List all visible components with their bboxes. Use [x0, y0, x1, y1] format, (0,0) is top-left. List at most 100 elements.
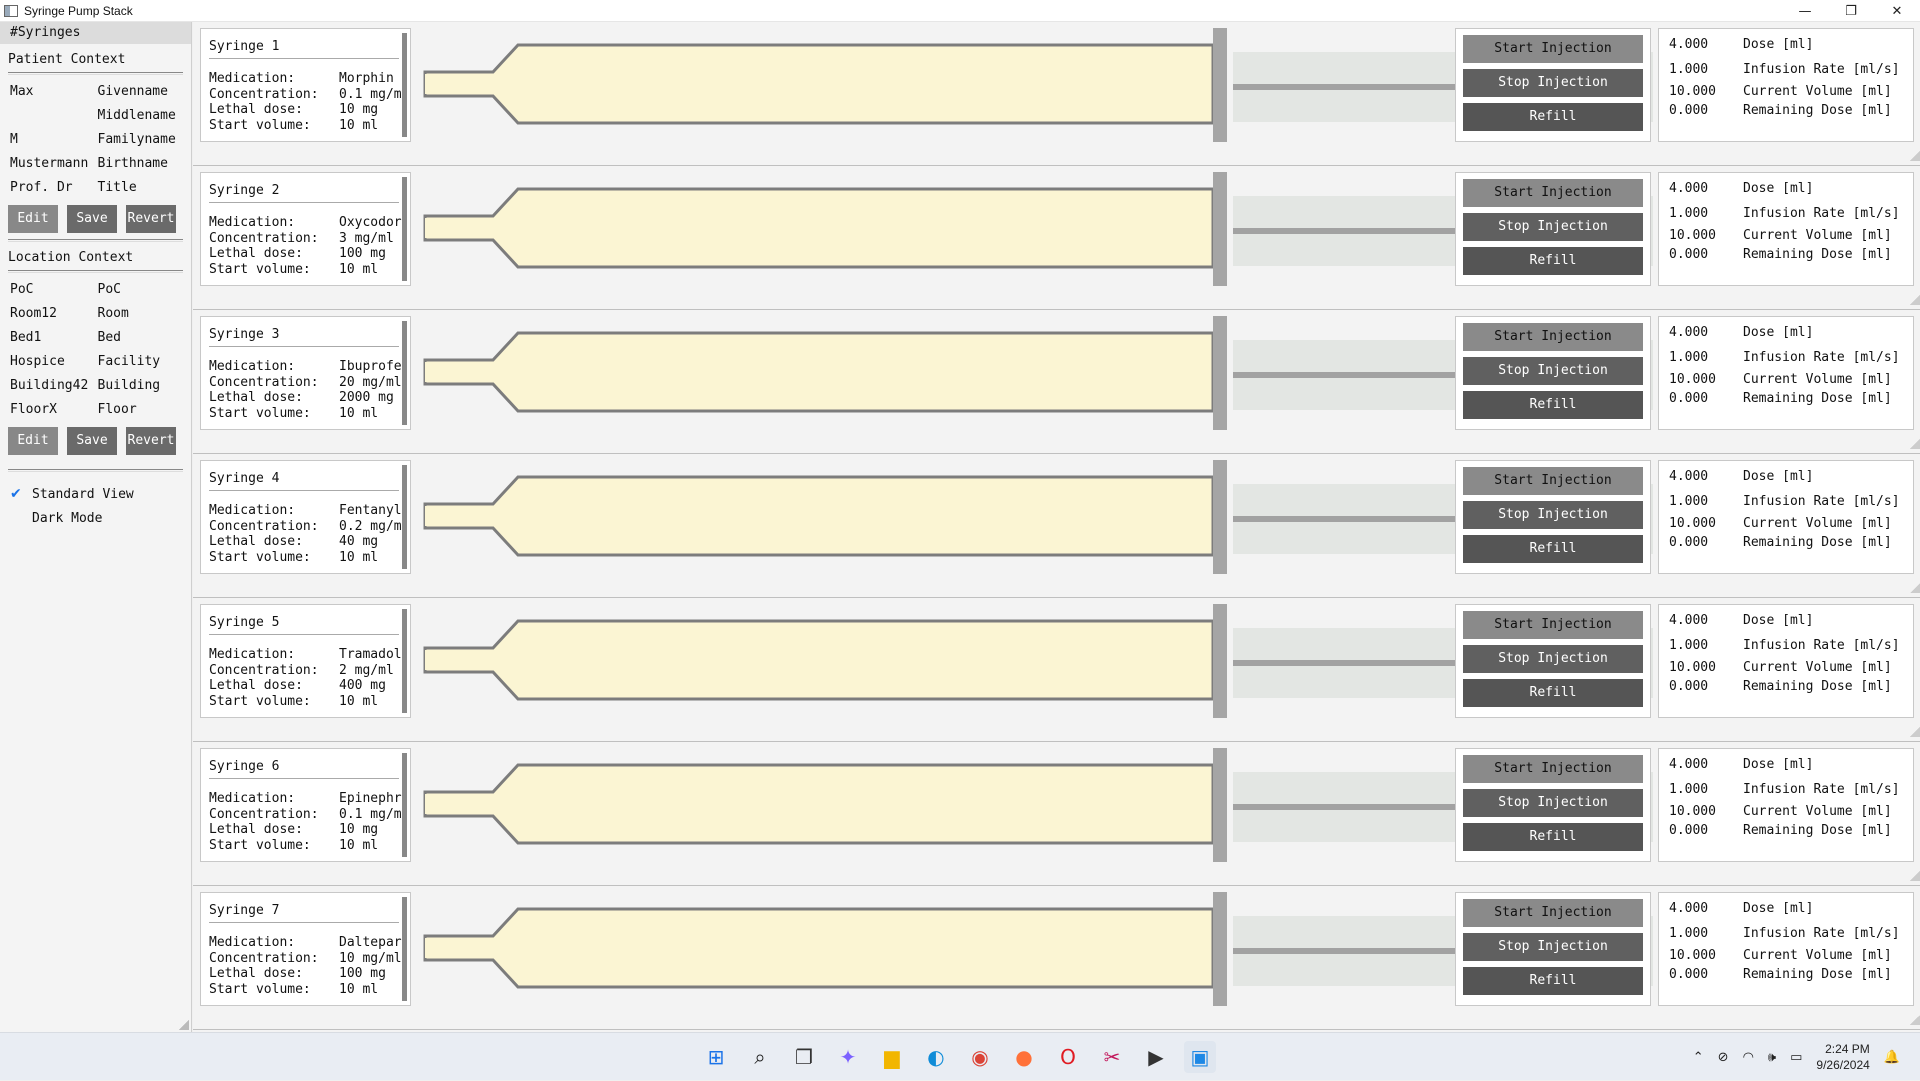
plunger-head[interactable]	[1213, 172, 1227, 286]
patient-field-value[interactable]: M	[0, 132, 98, 147]
stop-injection-button[interactable]: Stop Injection	[1463, 213, 1643, 241]
plunger-head[interactable]	[1213, 748, 1227, 862]
task-view-icon[interactable]: ❐	[788, 1041, 820, 1073]
patient-field-value[interactable]: Max	[0, 84, 98, 99]
row-resize-grip[interactable]	[1910, 295, 1920, 305]
start-injection-button[interactable]: Start Injection	[1463, 467, 1643, 495]
close-button[interactable]: ✕	[1874, 0, 1920, 22]
infusion-rate-input[interactable]: 1.000	[1669, 926, 1743, 941]
start-injection-button[interactable]: Start Injection	[1463, 755, 1643, 783]
stop-injection-button[interactable]: Stop Injection	[1463, 645, 1643, 673]
stop-injection-button[interactable]: Stop Injection	[1463, 933, 1643, 961]
stop-injection-button[interactable]: Stop Injection	[1463, 501, 1643, 529]
plunger-head[interactable]	[1213, 460, 1227, 574]
chrome-icon[interactable]: ◉	[964, 1041, 996, 1073]
location-field-value[interactable]: Bed1	[0, 330, 98, 345]
battery-icon[interactable]: ▭	[1790, 1050, 1802, 1065]
location-edit-button[interactable]: Edit	[8, 427, 58, 455]
refill-button[interactable]: Refill	[1463, 535, 1643, 563]
infusion-rate-input[interactable]: 1.000	[1669, 494, 1743, 509]
stop-injection-button[interactable]: Stop Injection	[1463, 69, 1643, 97]
patient-revert-button[interactable]: Revert	[126, 205, 176, 233]
plunger-head[interactable]	[1213, 604, 1227, 718]
refill-button[interactable]: Refill	[1463, 247, 1643, 275]
terminal-icon[interactable]: ▶	[1140, 1041, 1172, 1073]
file-explorer-icon[interactable]: ▆	[876, 1041, 908, 1073]
plunger-head[interactable]	[1213, 316, 1227, 430]
dose-input[interactable]: 4.000	[1669, 325, 1743, 340]
stop-injection-button[interactable]: Stop Injection	[1463, 789, 1643, 817]
refill-button[interactable]: Refill	[1463, 823, 1643, 851]
resize-grip[interactable]	[179, 1020, 189, 1030]
location-field-value[interactable]: Hospice	[0, 354, 98, 369]
patient-field-value[interactable]: Mustermann	[0, 156, 98, 171]
start-injection-button[interactable]: Start Injection	[1463, 35, 1643, 63]
dose-input[interactable]: 4.000	[1669, 469, 1743, 484]
location-field-value[interactable]: Building42	[0, 378, 98, 393]
windows-start-icon[interactable]: ⊞	[700, 1041, 732, 1073]
syringe-row: Syringe 1 Medication: Morphin Concentrati…	[193, 22, 1920, 166]
location-field-value[interactable]: PoC	[0, 282, 98, 297]
dose-input[interactable]: 4.000	[1669, 37, 1743, 52]
row-resize-grip[interactable]	[1910, 439, 1920, 449]
stop-injection-button[interactable]: Stop Injection	[1463, 357, 1643, 385]
info-scrollbar[interactable]	[402, 609, 407, 713]
location-field-value[interactable]: FloorX	[0, 402, 98, 417]
start-injection-button[interactable]: Start Injection	[1463, 323, 1643, 351]
info-scrollbar[interactable]	[402, 897, 407, 1001]
infusion-rate-input[interactable]: 1.000	[1669, 62, 1743, 77]
chevron-up-icon[interactable]: ⌃	[1693, 1050, 1704, 1065]
start-injection-button[interactable]: Start Injection	[1463, 611, 1643, 639]
patient-field-value[interactable]: Prof. Dr	[0, 180, 98, 195]
infusion-rate-input[interactable]: 1.000	[1669, 638, 1743, 653]
network-off-icon[interactable]: ⊘	[1718, 1050, 1729, 1065]
dose-input[interactable]: 4.000	[1669, 613, 1743, 628]
clock[interactable]: 2:24 PM 9/26/2024	[1816, 1041, 1869, 1073]
location-save-button[interactable]: Save	[67, 427, 117, 455]
start-injection-button[interactable]: Start Injection	[1463, 179, 1643, 207]
wifi-icon[interactable]: ◠	[1743, 1050, 1754, 1065]
firefox-icon[interactable]: ●	[1008, 1041, 1040, 1073]
snipping-tool-icon[interactable]: ✂	[1096, 1041, 1128, 1073]
search-icon[interactable]: ⌕	[744, 1041, 776, 1073]
dose-input[interactable]: 4.000	[1669, 181, 1743, 196]
plunger-head[interactable]	[1213, 892, 1227, 1006]
row-resize-grip[interactable]	[1910, 727, 1920, 737]
notification-icon[interactable]: 🔔	[1884, 1050, 1900, 1065]
info-scrollbar[interactable]	[402, 177, 407, 281]
info-scrollbar[interactable]	[402, 753, 407, 857]
info-scrollbar[interactable]	[402, 465, 407, 569]
maximize-button[interactable]: ❐	[1828, 0, 1874, 22]
edge-icon[interactable]: ◐	[920, 1041, 952, 1073]
minimize-button[interactable]: —	[1782, 0, 1828, 22]
syringe-app-icon[interactable]: ▣	[1184, 1041, 1216, 1073]
copilot-icon[interactable]: ✦	[832, 1041, 864, 1073]
location-revert-button[interactable]: Revert	[126, 427, 176, 455]
opera-icon[interactable]: O	[1052, 1041, 1084, 1073]
dark-mode-toggle[interactable]: Dark Mode	[0, 506, 191, 530]
row-resize-grip[interactable]	[1910, 871, 1920, 881]
standard-view-toggle[interactable]: ✔ Standard View	[0, 482, 191, 506]
row-resize-grip[interactable]	[1910, 1015, 1920, 1025]
start-injection-button[interactable]: Start Injection	[1463, 899, 1643, 927]
info-scrollbar[interactable]	[402, 321, 407, 425]
patient-save-button[interactable]: Save	[67, 205, 117, 233]
refill-button[interactable]: Refill	[1463, 679, 1643, 707]
volume-icon[interactable]: 🕪	[1768, 1050, 1776, 1065]
refill-button[interactable]: Refill	[1463, 967, 1643, 995]
location-field-value[interactable]: Room12	[0, 306, 98, 321]
infusion-rate-input[interactable]: 1.000	[1669, 782, 1743, 797]
remaining-dose-label: Remaining Dose [ml]	[1743, 535, 1892, 550]
row-resize-grip[interactable]	[1910, 151, 1920, 161]
row-resize-grip[interactable]	[1910, 583, 1920, 593]
infusion-rate-input[interactable]: 1.000	[1669, 206, 1743, 221]
dose-input[interactable]: 4.000	[1669, 901, 1743, 916]
patient-edit-button[interactable]: Edit	[8, 205, 58, 233]
dose-input[interactable]: 4.000	[1669, 757, 1743, 772]
syringe-name: Syringe 2	[209, 183, 399, 203]
plunger-head[interactable]	[1213, 28, 1227, 142]
refill-button[interactable]: Refill	[1463, 391, 1643, 419]
info-scrollbar[interactable]	[402, 33, 407, 137]
infusion-rate-input[interactable]: 1.000	[1669, 350, 1743, 365]
refill-button[interactable]: Refill	[1463, 103, 1643, 131]
